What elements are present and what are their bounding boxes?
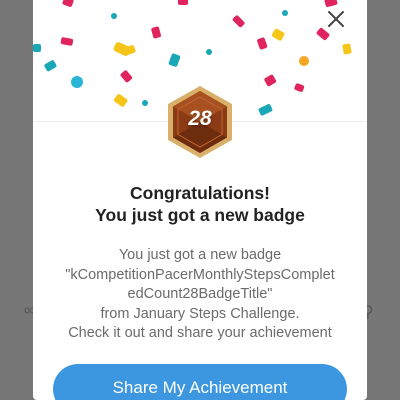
dialog-message: You just got a new badge "kCompetitionPa…	[47, 246, 353, 344]
close-icon[interactable]	[323, 6, 349, 32]
badge-icon: 28	[165, 84, 235, 160]
message-line-5: Check it out and share your achievement	[68, 325, 332, 341]
title-line-congratulations: Congratulations!	[130, 183, 270, 203]
dialog-title: Congratulations! You just got a new badg…	[33, 182, 367, 226]
title-line-new-badge: You just got a new badge	[95, 205, 305, 225]
message-line-1: You just got a new badge	[118, 247, 282, 263]
message-line-3: edCount28BadgeTitle"	[127, 286, 273, 302]
share-achievement-button[interactable]: Share My Achievement	[53, 364, 347, 400]
badge-number: 28	[188, 107, 212, 130]
message-line-4: from January Steps Challenge.	[100, 305, 300, 322]
message-line-2: "kCompetitionPacerMonthlyStepsComplet	[65, 266, 335, 283]
screen: ∞ ⚲ 28 Congratulations! You just got a n…	[0, 0, 400, 400]
achievement-dialog: 28 Congratulations! You just got a new b…	[33, 0, 367, 400]
